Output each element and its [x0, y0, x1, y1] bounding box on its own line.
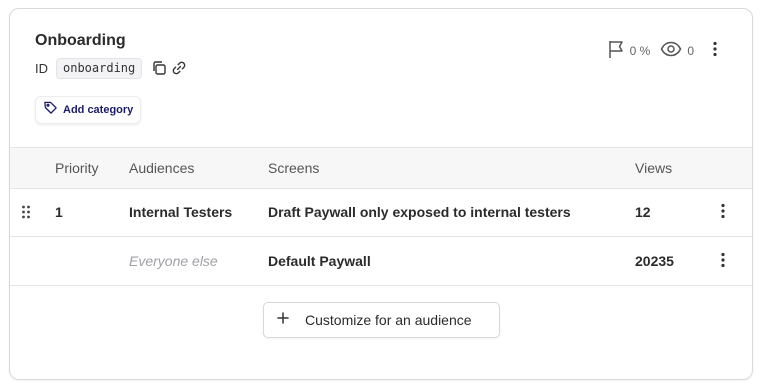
customize-audience-button[interactable]: Customize for an audience: [263, 302, 500, 338]
link-icon[interactable]: [170, 59, 188, 77]
id-label: ID: [35, 60, 48, 76]
drag-handle-icon[interactable]: [21, 204, 31, 225]
row-views: 20235: [635, 253, 674, 269]
table-row[interactable]: Everyone else Default Paywall 20235: [10, 237, 752, 286]
id-row: ID onboarding: [35, 57, 188, 79]
row-screen[interactable]: Default Paywall: [268, 253, 371, 269]
header-views: Views: [635, 160, 673, 176]
table-header: Priority Audiences Screens Views: [10, 147, 752, 189]
flow-card: Onboarding ID onboarding Add category 0 …: [9, 8, 753, 380]
header-screens: Screens: [268, 160, 320, 176]
row-audience: Everyone else: [129, 253, 218, 269]
row-priority: 1: [55, 204, 63, 220]
header-priority: Priority: [55, 160, 99, 176]
row-views: 12: [635, 204, 651, 220]
flag-icon[interactable]: [607, 39, 625, 62]
flow-stats: 0 % 0: [607, 39, 718, 62]
views-count: 0: [687, 43, 694, 58]
row-kebab-menu-icon[interactable]: [720, 203, 726, 224]
copy-icon[interactable]: [150, 59, 168, 77]
flow-title: Onboarding: [35, 32, 126, 49]
kebab-menu-icon[interactable]: [712, 41, 718, 60]
customize-audience-label: Customize for an audience: [305, 312, 472, 328]
tag-icon: [43, 100, 58, 120]
row-audience[interactable]: Internal Testers: [129, 204, 232, 220]
table-row[interactable]: 1 Internal Testers Draft Paywall only ex…: [10, 188, 752, 237]
eye-icon: [660, 41, 682, 60]
add-category-button[interactable]: Add category: [35, 96, 142, 124]
percent-value: 0 %: [629, 43, 651, 58]
row-screen[interactable]: Draft Paywall only exposed to internal t…: [268, 204, 571, 220]
plus-icon: [277, 311, 289, 329]
header-audiences: Audiences: [129, 160, 195, 176]
add-category-label: Add category: [63, 104, 134, 116]
row-kebab-menu-icon[interactable]: [720, 252, 726, 273]
id-value: onboarding: [56, 57, 143, 79]
